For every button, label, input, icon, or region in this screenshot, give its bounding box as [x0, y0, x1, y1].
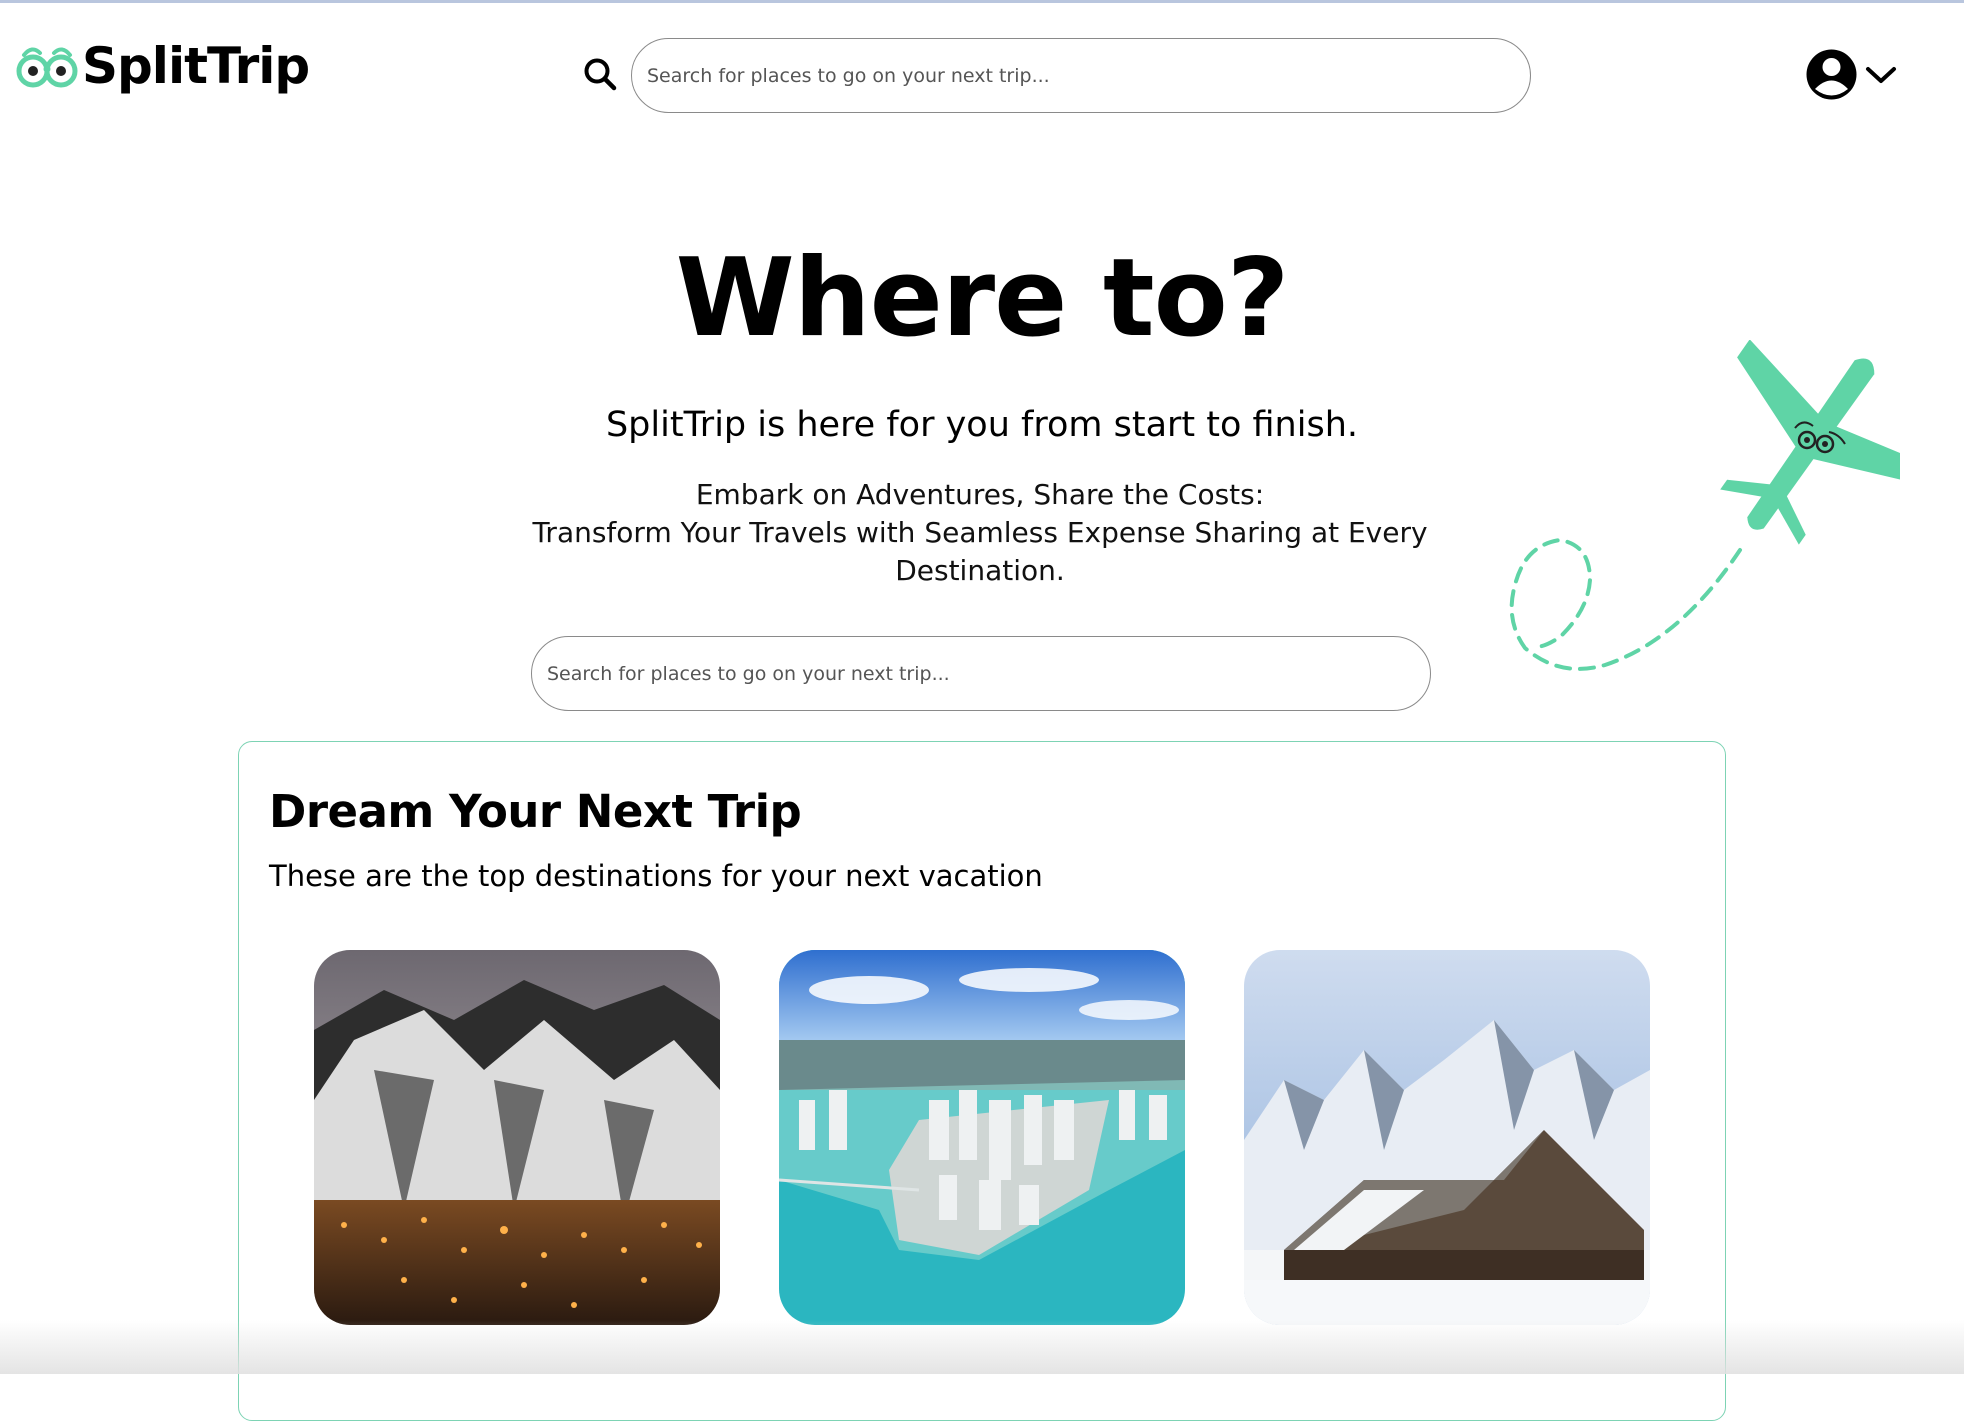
- aerial-city-island-image: [779, 950, 1185, 1325]
- window-top-border: [0, 0, 1964, 3]
- binoculars-eyes-logo-icon: [16, 47, 78, 88]
- destination-card-mountain-barn[interactable]: [1244, 950, 1650, 1325]
- user-avatar-icon: [1806, 49, 1857, 100]
- chevron-down-icon: [1866, 66, 1896, 83]
- destinations-card: Dream Your Next Trip These are the top d…: [238, 741, 1726, 1421]
- airplane-trail-illustration: [1509, 340, 1900, 671]
- hero-title: Where to?: [675, 236, 1290, 361]
- section-subtitle: These are the top destinations for your …: [269, 859, 1043, 893]
- destination-card-ski-town[interactable]: [314, 950, 720, 1325]
- hero-description-line-2: Transform Your Travels with Seamless Exp…: [532, 516, 1428, 587]
- airplane-icon: [1720, 340, 1900, 545]
- brand-logo[interactable]: SplitTrip: [16, 36, 310, 96]
- account-menu[interactable]: [1805, 48, 1898, 101]
- bottom-scroll-fade: [0, 1320, 1964, 1374]
- brand-name: SplitTrip: [82, 37, 310, 95]
- section-title: Dream Your Next Trip: [269, 785, 802, 838]
- ski-mountain-town-image: [314, 950, 720, 1325]
- header-search-input[interactable]: [631, 38, 1531, 113]
- destination-card-coastal-city[interactable]: [779, 950, 1185, 1325]
- hero-search-input[interactable]: [531, 636, 1431, 711]
- dashed-flight-trail: [1509, 537, 1742, 671]
- mountain-barn-image: [1244, 950, 1650, 1325]
- hero-description-line-1: Embark on Adventures, Share the Costs:: [695, 478, 1265, 511]
- hero-description: Embark on Adventures, Share the Costs: T…: [532, 476, 1428, 590]
- search-icon[interactable]: [583, 57, 617, 91]
